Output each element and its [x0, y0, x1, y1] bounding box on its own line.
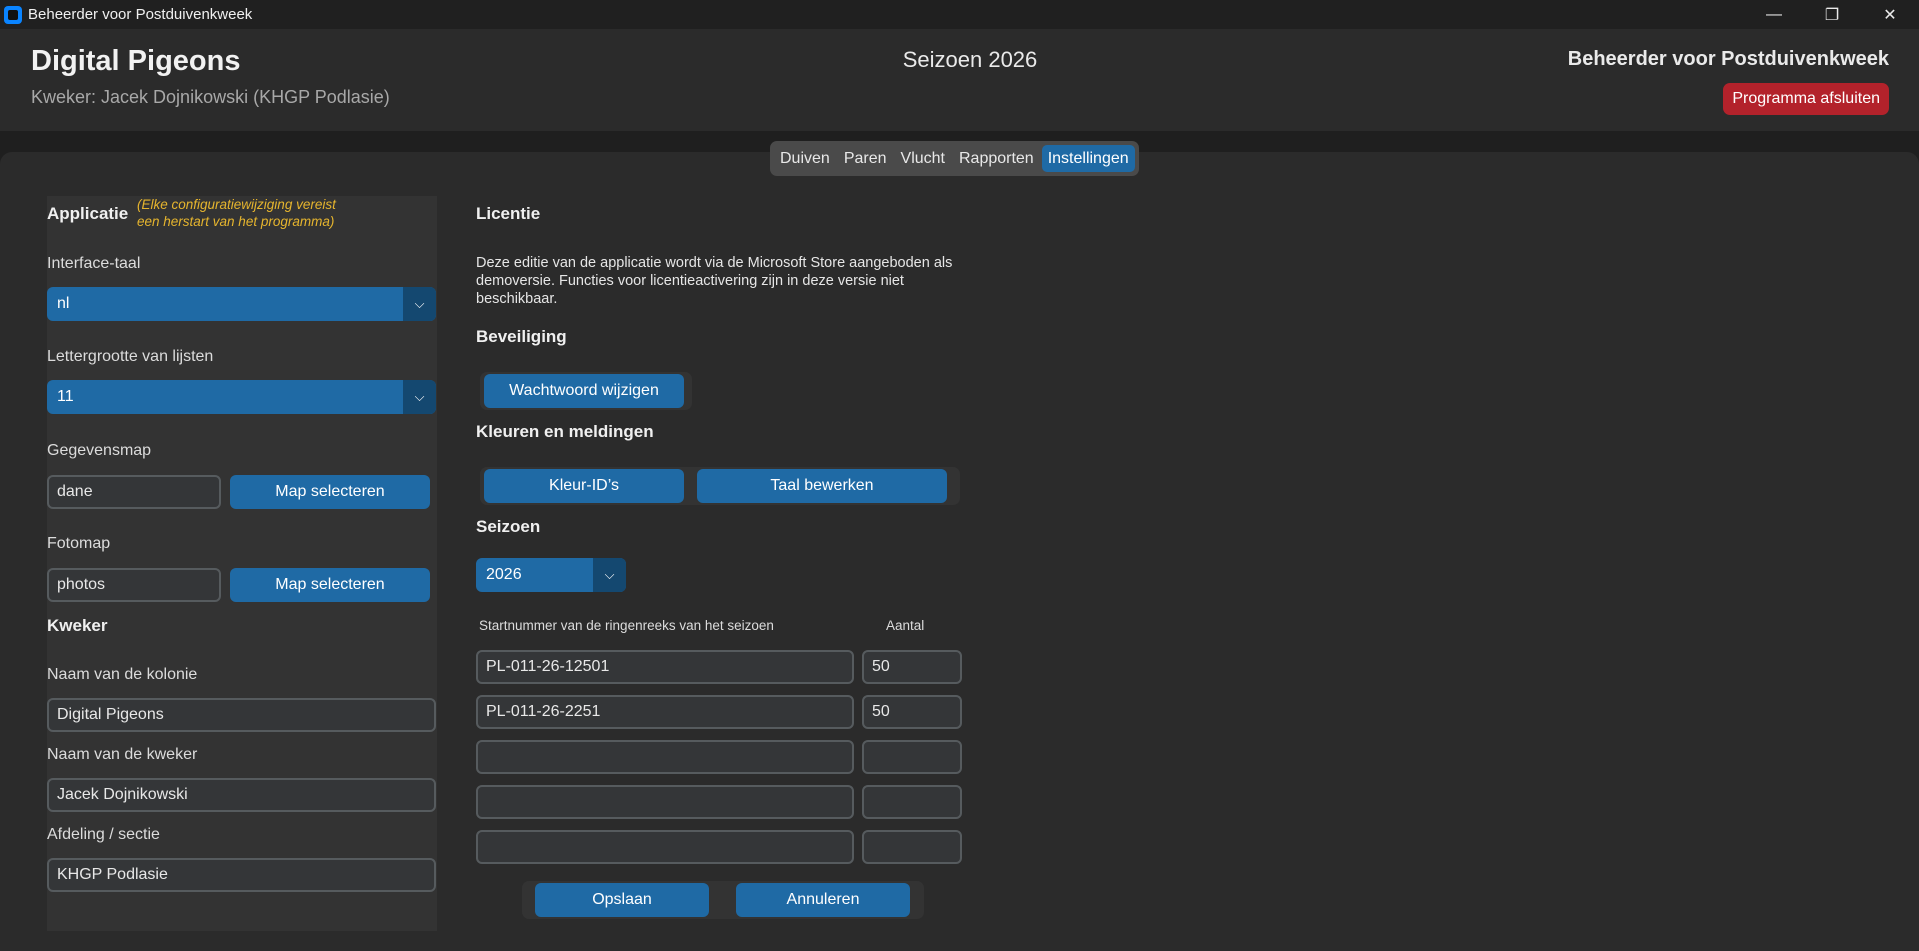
- count-input-3[interactable]: [862, 740, 962, 774]
- window-titlebar: Beheerder voor Postduivenkweek — ❐ ✕: [0, 0, 1919, 29]
- season-year-value: 2026: [486, 566, 522, 583]
- fontsize-label: Lettergrootte van lijsten: [47, 348, 214, 365]
- close-icon[interactable]: ✕: [1861, 0, 1919, 29]
- minimize-icon[interactable]: —: [1745, 0, 1803, 29]
- photofolder-input[interactable]: photos: [47, 568, 221, 602]
- tab-duiven[interactable]: Duiven: [774, 145, 836, 172]
- cancel-button[interactable]: Annuleren: [736, 883, 910, 917]
- license-section-title: Licentie: [476, 204, 541, 223]
- ring-input-1[interactable]: PL-011-26-12501: [476, 650, 854, 684]
- ring-series-header: Startnummer van de ringenreeks van het s…: [479, 618, 774, 633]
- main-tabs: Duiven Paren Vlucht Rapporten Instelling…: [770, 141, 1139, 176]
- datafolder-label: Gegevensmap: [47, 442, 152, 459]
- count-input-1[interactable]: 50: [862, 650, 962, 684]
- tab-instellingen[interactable]: Instellingen: [1041, 145, 1135, 172]
- select-datafolder-button[interactable]: Map selecteren: [230, 475, 430, 509]
- colony-name-input[interactable]: Digital Pigeons: [47, 698, 436, 732]
- license-text: Deze editie van de applicatie wordt via …: [476, 254, 976, 308]
- fontsize-combobox[interactable]: 11 ⌵: [47, 380, 436, 414]
- ring-input-5[interactable]: [476, 830, 854, 864]
- season-year-combobox[interactable]: 2026 ⌵: [476, 558, 626, 592]
- section-label: Afdeling / sectie: [47, 826, 160, 843]
- colors-section-title: Kleuren en meldingen: [476, 422, 654, 441]
- app-header: Digital Pigeons Kweker: Jacek Dojnikowsk…: [0, 29, 1919, 131]
- chevron-down-icon[interactable]: ⌵: [403, 380, 436, 414]
- section-input[interactable]: KHGP Podlasie: [47, 858, 436, 892]
- ring-input-3[interactable]: [476, 740, 854, 774]
- datafolder-input[interactable]: dane: [47, 475, 221, 509]
- count-input-4[interactable]: [862, 785, 962, 819]
- breeder-section-title: Kweker: [47, 616, 108, 635]
- ring-input-2[interactable]: PL-011-26-2251: [476, 695, 854, 729]
- chevron-down-icon[interactable]: ⌵: [403, 287, 436, 321]
- change-password-button[interactable]: Wachtwoord wijzigen: [484, 374, 684, 408]
- restart-note-line2: een herstart van het programma): [137, 214, 335, 229]
- color-ids-button[interactable]: Kleur-ID’s: [484, 469, 684, 503]
- license-text-line2: demoversie. Functies voor licentieactive…: [476, 273, 904, 289]
- window-title: Beheerder voor Postduivenkweek: [28, 6, 253, 23]
- window-controls: — ❐ ✕: [1745, 0, 1919, 29]
- tab-paren[interactable]: Paren: [838, 145, 893, 172]
- count-header: Aantal: [886, 618, 925, 633]
- header-breeder-line: Kweker: Jacek Dojnikowski (KHGP Podlasie…: [31, 87, 390, 107]
- tab-vlucht[interactable]: Vlucht: [895, 145, 951, 172]
- fontsize-value: 11: [57, 388, 74, 405]
- breeder-name-input[interactable]: Jacek Dojnikowski: [47, 778, 436, 812]
- ring-input-4[interactable]: [476, 785, 854, 819]
- chevron-down-icon[interactable]: ⌵: [593, 558, 626, 592]
- security-section-title: Beveiliging: [476, 327, 567, 346]
- language-label: Interface-taal: [47, 255, 141, 272]
- edit-language-button[interactable]: Taal bewerken: [697, 469, 947, 503]
- restart-note-line1: (Elke configuratiewijziging vereist: [137, 197, 336, 212]
- season-section-title: Seizoen: [476, 517, 541, 536]
- count-input-5[interactable]: [862, 830, 962, 864]
- language-combobox[interactable]: nl ⌵: [47, 287, 436, 321]
- left-panel-scrollbar[interactable]: [437, 196, 476, 931]
- license-text-line1: Deze editie van de applicatie wordt via …: [476, 255, 953, 271]
- count-input-2[interactable]: 50: [862, 695, 962, 729]
- maximize-icon[interactable]: ❐: [1803, 0, 1861, 29]
- tab-rapporten[interactable]: Rapporten: [953, 145, 1040, 172]
- app-logo-icon: [4, 5, 22, 24]
- restart-note: (Elke configuratiewijziging vereist een …: [137, 196, 336, 230]
- application-section-title: Applicatie: [47, 204, 129, 223]
- select-photofolder-button[interactable]: Map selecteren: [230, 568, 430, 602]
- header-app-name: Beheerder voor Postduivenkweek: [1567, 48, 1889, 70]
- exit-program-button[interactable]: Programma afsluiten: [1723, 83, 1889, 115]
- colony-name-label: Naam van de kolonie: [47, 666, 198, 683]
- photofolder-label: Fotomap: [47, 535, 111, 552]
- language-value: nl: [57, 295, 70, 312]
- save-button[interactable]: Opslaan: [535, 883, 709, 917]
- breeder-name-label: Naam van de kweker: [47, 746, 198, 763]
- license-text-line3: beschikbaar.: [476, 291, 558, 307]
